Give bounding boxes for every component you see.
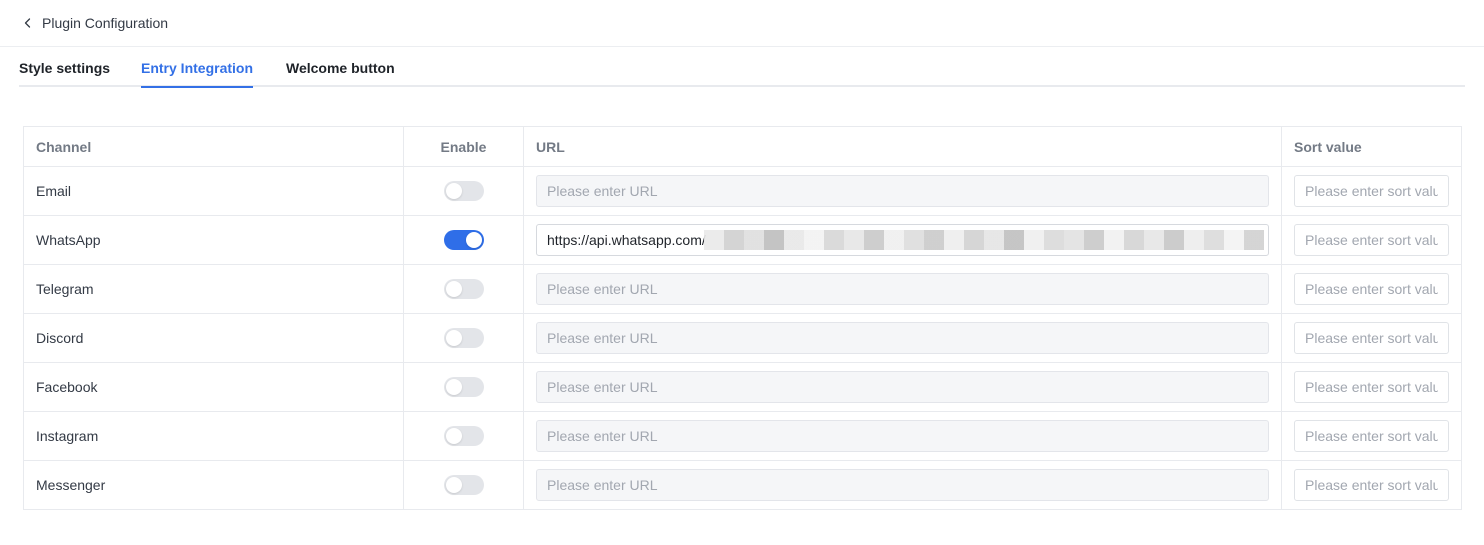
- channel-name: Facebook: [23, 362, 404, 412]
- tab-style-settings[interactable]: Style settings: [19, 47, 110, 87]
- enable-toggle-discord[interactable]: [443, 328, 484, 348]
- tab-bar: Style settings Entry Integration Welcome…: [19, 47, 1465, 88]
- sort-input-email[interactable]: [1294, 175, 1449, 207]
- channel-name: Email: [23, 166, 404, 216]
- table-row: Facebook: [23, 362, 1462, 412]
- table-row: Discord: [23, 313, 1462, 363]
- column-header-url: URL: [523, 126, 1282, 167]
- channel-name: Instagram: [23, 411, 404, 461]
- sort-input-instagram[interactable]: [1294, 420, 1449, 452]
- channel-name: Discord: [23, 313, 404, 363]
- back-button[interactable]: Plugin Configuration: [22, 15, 168, 31]
- page-header: Plugin Configuration: [0, 0, 1484, 47]
- url-input-telegram[interactable]: [536, 273, 1269, 305]
- enable-toggle-instagram[interactable]: [443, 426, 484, 446]
- channel-table: Channel Enable URL Sort value Email What…: [23, 126, 1462, 510]
- enable-toggle-messenger[interactable]: [443, 475, 484, 495]
- table-row: Messenger: [23, 460, 1462, 510]
- sort-input-whatsapp[interactable]: [1294, 224, 1449, 256]
- column-header-sort: Sort value: [1281, 126, 1462, 167]
- table-header-row: Channel Enable URL Sort value: [23, 126, 1462, 167]
- tab-welcome-button[interactable]: Welcome button: [286, 47, 395, 87]
- chevron-left-icon: [24, 18, 31, 28]
- tab-entry-integration[interactable]: Entry Integration: [141, 47, 254, 88]
- url-input-facebook[interactable]: [536, 371, 1269, 403]
- table-row: Telegram: [23, 264, 1462, 314]
- sort-input-discord[interactable]: [1294, 322, 1449, 354]
- sort-input-facebook[interactable]: [1294, 371, 1449, 403]
- table-row: Instagram: [23, 411, 1462, 461]
- enable-toggle-facebook[interactable]: [443, 377, 484, 397]
- enable-toggle-telegram[interactable]: [443, 279, 484, 299]
- url-input-discord[interactable]: [536, 322, 1269, 354]
- url-input-messenger[interactable]: [536, 469, 1269, 501]
- enable-toggle-email[interactable]: [443, 181, 484, 201]
- channel-name: WhatsApp: [23, 215, 404, 265]
- table-row: Email: [23, 166, 1462, 216]
- url-input-email[interactable]: [536, 175, 1269, 207]
- page-title: Plugin Configuration: [42, 15, 169, 31]
- enable-toggle-whatsapp[interactable]: [443, 230, 484, 250]
- column-header-enable: Enable: [403, 126, 524, 167]
- redacted-url-blur: [704, 230, 1264, 250]
- sort-input-telegram[interactable]: [1294, 273, 1449, 305]
- channel-name: Messenger: [23, 460, 404, 510]
- table-row: WhatsApp: [23, 215, 1462, 265]
- sort-input-messenger[interactable]: [1294, 469, 1449, 501]
- column-header-channel: Channel: [23, 126, 404, 167]
- channel-name: Telegram: [23, 264, 404, 314]
- url-input-instagram[interactable]: [536, 420, 1269, 452]
